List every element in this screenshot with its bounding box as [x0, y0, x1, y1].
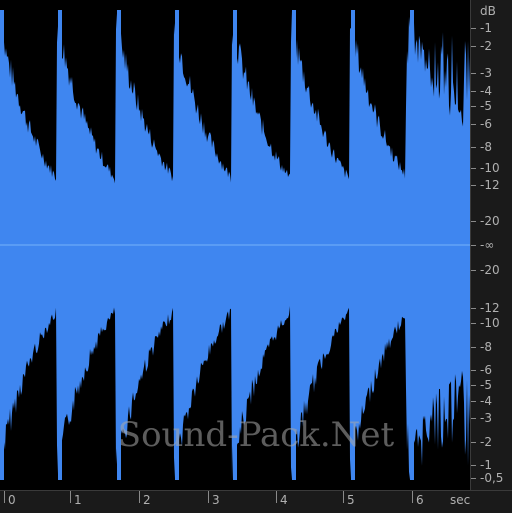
- time-tick: [343, 491, 344, 503]
- time-tick-label: 2: [143, 493, 151, 507]
- time-tick: [70, 491, 71, 503]
- db-ruler: dB -1 -2 -3 -4 -5 -6 -8 -10 -12 -20 -∞ -20 -12 -10 -8-…: [470, 0, 512, 490]
- db-tick: [471, 221, 476, 222]
- db-tick: [471, 46, 476, 47]
- db-tick: [471, 308, 476, 309]
- db-tick: [471, 418, 476, 419]
- db-tick-label: -12: [480, 178, 500, 192]
- db-tick: [471, 370, 476, 371]
- db-tick: [471, 270, 476, 271]
- db-tick: [471, 147, 476, 148]
- db-tick-label: -3: [480, 66, 492, 80]
- db-tick: [471, 73, 476, 74]
- db-tick-label: -20: [480, 263, 500, 277]
- time-ruler: 0 1 2 3 4 5 6 sec: [0, 490, 512, 513]
- db-tick-label: -12: [480, 301, 500, 315]
- time-tick: [208, 491, 209, 503]
- db-tick: [471, 28, 476, 29]
- db-tick: [471, 401, 476, 402]
- db-tick-label: -4: [480, 84, 492, 98]
- time-tick-label: 6: [416, 493, 424, 507]
- db-tick: [471, 478, 476, 479]
- db-tick-label: -4: [480, 394, 492, 408]
- db-tick-label: -2: [480, 435, 492, 449]
- time-tick: [412, 491, 413, 503]
- waveform-editor: dB -1 -2 -3 -4 -5 -6 -8 -10 -12 -20 -∞ -20 -12 -10 -8-…: [0, 0, 512, 513]
- db-tick: [471, 385, 476, 386]
- waveform-graphic: [0, 10, 470, 480]
- time-tick: [4, 491, 5, 503]
- db-tick-label: -2: [480, 39, 492, 53]
- db-tick-label: -10: [480, 161, 500, 175]
- db-tick-label: -1: [480, 458, 492, 472]
- db-tick: [471, 124, 476, 125]
- db-tick-label: -20: [480, 214, 500, 228]
- time-tick-label: 4: [280, 493, 288, 507]
- db-tick: [471, 106, 476, 107]
- time-tick-label: 3: [212, 493, 220, 507]
- db-tick-label: -1: [480, 21, 492, 35]
- db-tick: [471, 347, 476, 348]
- db-tick-label: -6: [480, 363, 492, 377]
- time-tick-label: 1: [74, 493, 82, 507]
- db-tick: [471, 168, 476, 169]
- db-tick-label: -∞: [480, 238, 495, 252]
- time-tick-label: 5: [347, 493, 355, 507]
- db-unit-label: dB: [480, 4, 496, 18]
- db-tick: [471, 91, 476, 92]
- db-tick: [471, 185, 476, 186]
- db-tick: [471, 323, 476, 324]
- time-tick: [139, 491, 140, 503]
- db-tick: [471, 442, 476, 443]
- waveform-view[interactable]: [0, 0, 470, 490]
- time-tick-label: 0: [8, 493, 16, 507]
- zero-line: [0, 244, 470, 246]
- db-tick-label: -5: [480, 378, 492, 392]
- db-tick-label: -6: [480, 117, 492, 131]
- db-tick-label: -8: [480, 340, 492, 354]
- db-tick-label: -3: [480, 411, 492, 425]
- db-tick-label: -0,5: [480, 471, 504, 485]
- db-tick-label: -5: [480, 99, 492, 113]
- db-tick: [471, 245, 476, 246]
- db-tick: [471, 465, 476, 466]
- db-tick-label: -10: [480, 316, 500, 330]
- time-unit-label: sec: [450, 493, 471, 507]
- db-tick-label: -8: [480, 140, 492, 154]
- time-tick: [276, 491, 277, 503]
